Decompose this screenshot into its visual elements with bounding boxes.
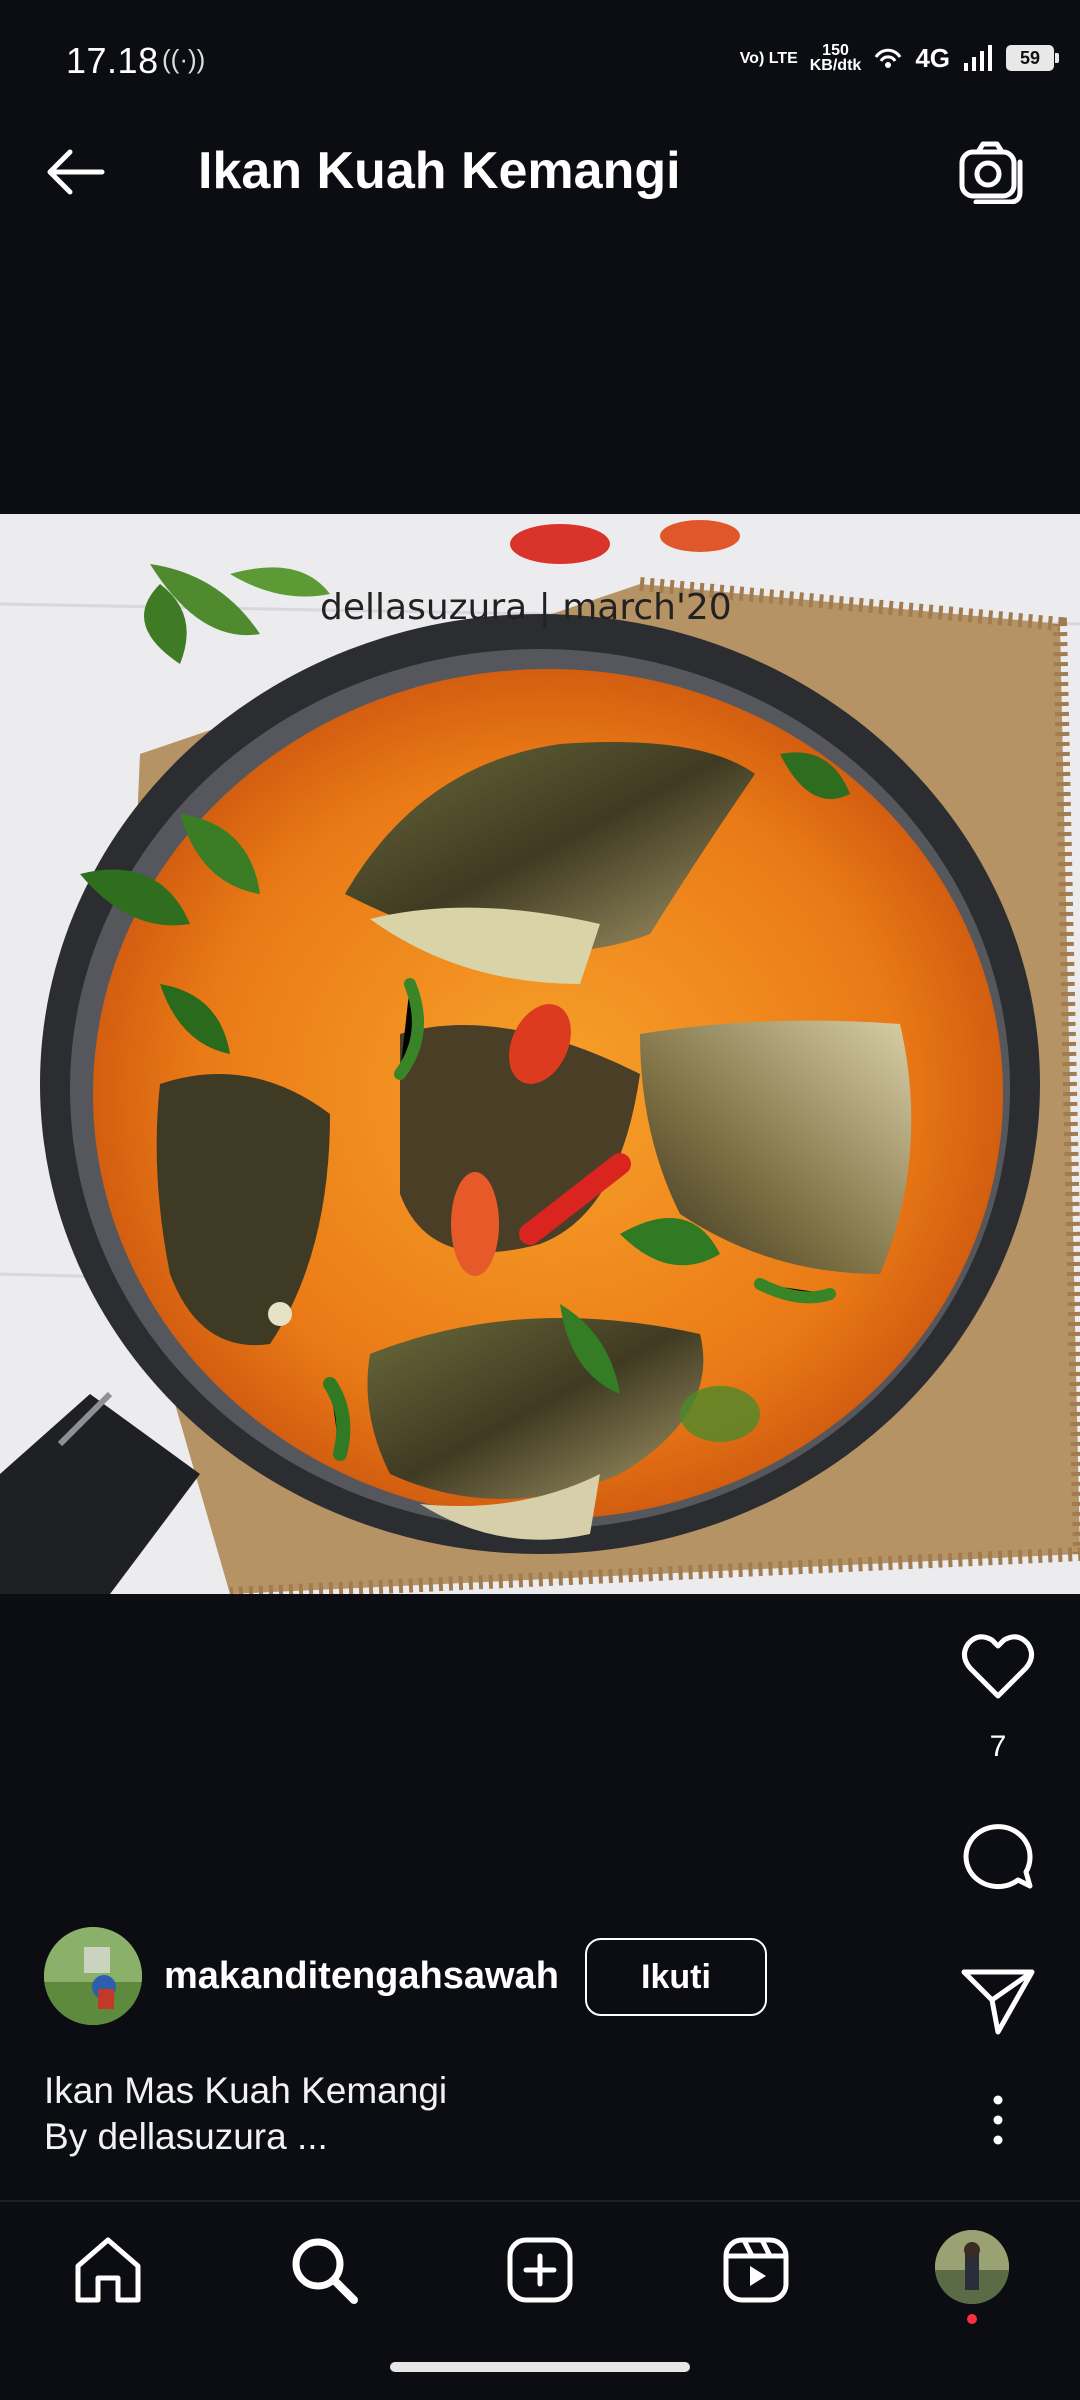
author-username[interactable]: makanditengahsawah — [164, 1952, 559, 2000]
like-count[interactable]: 7 — [958, 1730, 1038, 1764]
fish-curry-photo: dellasuzura | march'20 — [0, 514, 1080, 1594]
post-image[interactable]: dellasuzura | march'20 — [0, 514, 1080, 1594]
hotspot-icon: ((·)) — [162, 44, 206, 74]
photo-watermark: dellasuzura | march'20 — [320, 587, 732, 628]
network-speed: 150 KB/dtk — [809, 42, 862, 74]
follow-button[interactable]: Ikuti — [585, 1938, 767, 2016]
battery-icon: 59 — [1006, 45, 1059, 71]
bottom-nav — [0, 2202, 1080, 2332]
profile-image — [935, 2230, 1009, 2304]
profile-avatar[interactable] — [935, 2230, 1009, 2304]
home-icon[interactable] — [70, 2232, 146, 2308]
volte-indicator: Vo) LTE — [739, 49, 798, 67]
top-bar: Ikan Kuah Kemangi — [0, 96, 1080, 246]
page-title: Ikan Kuah Kemangi — [198, 142, 681, 200]
author-avatar[interactable] — [44, 1927, 142, 2025]
caption-line-1: Ikan Mas Kuah Kemangi — [44, 2070, 448, 2111]
avatar-image — [44, 1927, 142, 2025]
camera-icon[interactable] — [956, 140, 1026, 204]
more-vertical-icon[interactable] — [983, 2092, 1013, 2148]
comment-icon[interactable] — [958, 1816, 1038, 1896]
status-icons: Vo) LTE 150 KB/dtk 4G 59 — [739, 38, 1059, 78]
post-caption[interactable]: Ikan Mas Kuah Kemangi By dellasuzura ... — [44, 2068, 447, 2160]
arrow-left-icon[interactable] — [40, 142, 110, 202]
signal-icon — [964, 45, 992, 71]
heart-icon[interactable] — [958, 1628, 1038, 1708]
gesture-home-bar[interactable] — [390, 2362, 690, 2372]
status-time: 17.18 — [66, 40, 159, 81]
send-icon[interactable] — [958, 1960, 1038, 2040]
status-bar: 17.18 ((·)) Vo) LTE 150 KB/dtk 4G 59 — [0, 0, 1080, 96]
add-icon[interactable] — [502, 2232, 578, 2308]
caption-line-2: By dellasuzura ... — [44, 2116, 328, 2157]
network-speed-value: 150 — [822, 42, 849, 59]
network-speed-unit: KB/dtk — [809, 57, 862, 74]
notification-dot — [967, 2314, 977, 2324]
search-icon[interactable] — [286, 2232, 362, 2308]
network-type: 4G — [915, 42, 950, 73]
wifi-icon — [875, 48, 902, 68]
reels-icon[interactable] — [718, 2232, 794, 2308]
